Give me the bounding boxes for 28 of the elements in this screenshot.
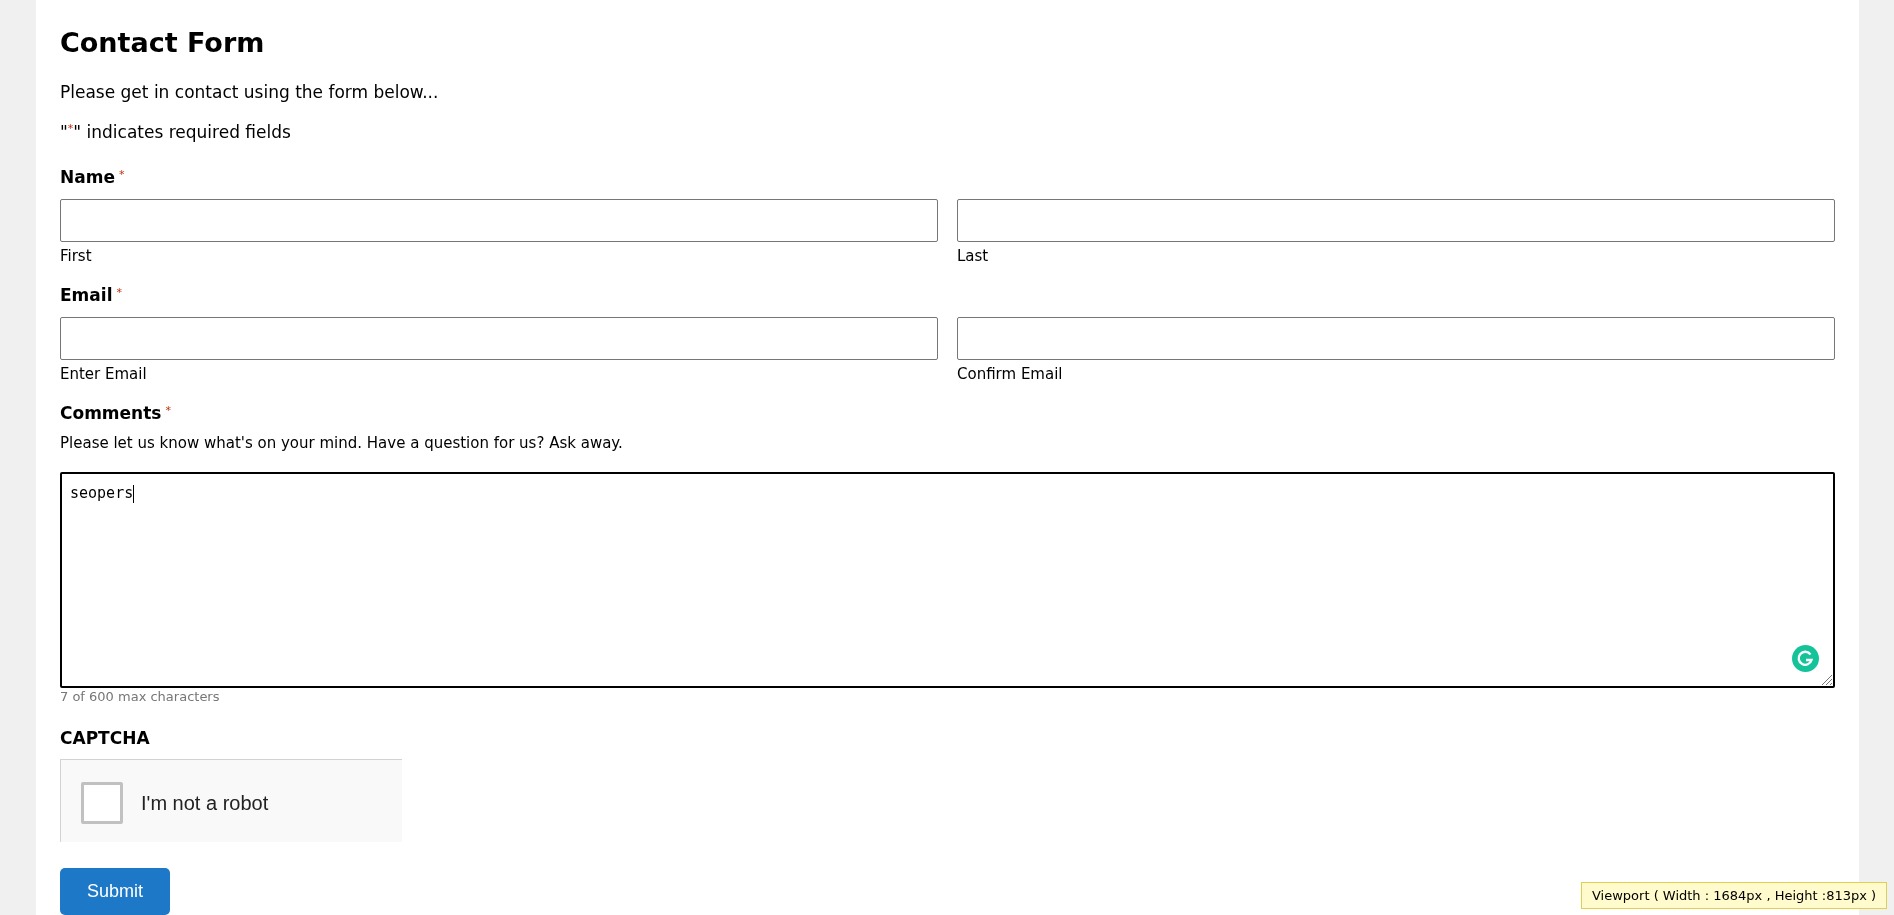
field-label: Comments	[60, 403, 162, 425]
comments-textarea[interactable]: seopers	[60, 472, 1835, 689]
intro-text: Please get in contact using the form below...	[60, 81, 440, 103]
textarea-value: seopers	[70, 484, 134, 503]
form-title: Contact Form	[60, 26, 266, 60]
required-legend: "*" indicates required fields	[60, 122, 1835, 144]
field-sublabel: Confirm Email	[957, 364, 1064, 384]
captcha-label: CAPTCHA	[60, 727, 151, 749]
field-description: Please let us know what's on your mind. Have a question for us? Ask away.	[60, 433, 624, 453]
required-mark: *	[165, 405, 171, 417]
field-sublabel: Last	[957, 246, 990, 266]
captcha-checkbox[interactable]	[81, 782, 123, 825]
text-field[interactable]	[957, 198, 1835, 242]
resize-handle-icon[interactable]	[1821, 674, 1833, 687]
field-label: Name	[60, 167, 115, 189]
captcha-text: I'm not a robot	[141, 791, 269, 817]
viewport-tooltip: Viewport ( Width : 1684px , Height :813px )	[1581, 882, 1888, 909]
required-mark: *	[118, 169, 125, 181]
character-counter: 7 of 600 max characters	[60, 689, 221, 706]
required-mark: *	[116, 287, 122, 299]
text-caret-icon	[133, 484, 135, 503]
text-field[interactable]	[957, 316, 1835, 360]
field-label: Email	[60, 285, 113, 307]
text-field[interactable]	[60, 198, 938, 242]
field-sublabel: First	[60, 246, 93, 266]
field-sublabel: Enter Email	[60, 364, 148, 384]
submit-button[interactable]: Submit	[60, 868, 170, 915]
text-field[interactable]	[60, 316, 938, 360]
